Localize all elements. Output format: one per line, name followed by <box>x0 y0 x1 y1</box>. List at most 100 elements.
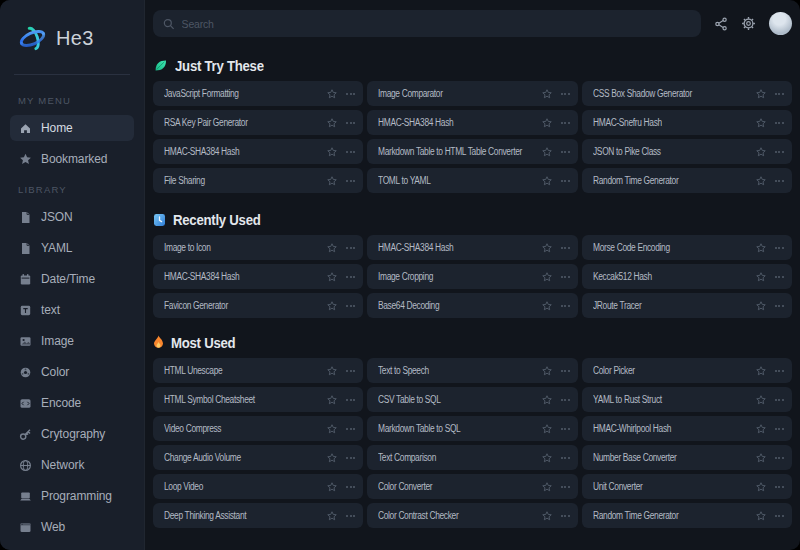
more-options-icon[interactable] <box>775 247 784 249</box>
tool-card[interactable]: Text to Speech <box>367 358 577 383</box>
tool-card[interactable]: Random Time Generator <box>582 168 792 193</box>
more-options-icon[interactable] <box>561 151 570 153</box>
tool-card[interactable]: Image to Icon <box>153 235 363 260</box>
more-options-icon[interactable] <box>346 122 355 124</box>
share-icon[interactable] <box>714 17 728 31</box>
sidebar-item-programming[interactable]: Programming <box>10 483 134 509</box>
favorite-star-icon[interactable] <box>327 482 337 492</box>
sidebar-item-json[interactable]: JSON <box>10 204 134 230</box>
favorite-star-icon[interactable] <box>327 424 337 434</box>
tool-card[interactable]: HTML Unescape <box>153 358 363 383</box>
favorite-star-icon[interactable] <box>327 176 337 186</box>
more-options-icon[interactable] <box>561 515 570 517</box>
sidebar-item-color[interactable]: Color <box>10 359 134 385</box>
more-options-icon[interactable] <box>346 515 355 517</box>
tool-card[interactable]: JavaScript Formatting <box>153 81 363 106</box>
tool-card[interactable]: Color Picker <box>582 358 792 383</box>
favorite-star-icon[interactable] <box>327 272 337 282</box>
tool-card[interactable]: HMAC-SHA384 Hash <box>153 139 363 164</box>
more-options-icon[interactable] <box>561 399 570 401</box>
favorite-star-icon[interactable] <box>327 243 337 253</box>
favorite-star-icon[interactable] <box>327 366 337 376</box>
favorite-star-icon[interactable] <box>542 366 552 376</box>
favorite-star-icon[interactable] <box>756 395 766 405</box>
search-bar[interactable] <box>153 10 701 37</box>
tool-card[interactable]: Loop Video <box>153 474 363 499</box>
tool-card[interactable]: Image Comparator <box>367 81 577 106</box>
favorite-star-icon[interactable] <box>327 453 337 463</box>
sidebar-item-network[interactable]: Network <box>10 452 134 478</box>
more-options-icon[interactable] <box>561 486 570 488</box>
favorite-star-icon[interactable] <box>756 118 766 128</box>
more-options-icon[interactable] <box>775 486 784 488</box>
more-options-icon[interactable] <box>775 305 784 307</box>
user-avatar[interactable] <box>769 12 792 35</box>
tool-card[interactable]: Favicon Generator <box>153 293 363 318</box>
favorite-star-icon[interactable] <box>756 176 766 186</box>
tool-card[interactable]: Unit Converter <box>582 474 792 499</box>
more-options-icon[interactable] <box>561 305 570 307</box>
more-options-icon[interactable] <box>775 93 784 95</box>
more-options-icon[interactable] <box>561 122 570 124</box>
tool-card[interactable]: Text Comparison <box>367 445 577 470</box>
favorite-star-icon[interactable] <box>542 453 552 463</box>
tool-card[interactable]: Deep Thinking Assistant <box>153 503 363 528</box>
sidebar-item-bookmarked[interactable]: Bookmarked <box>10 146 134 172</box>
more-options-icon[interactable] <box>775 515 784 517</box>
tool-card[interactable]: HMAC-SHA384 Hash <box>367 110 577 135</box>
tool-card[interactable]: Random Time Generator <box>582 503 792 528</box>
favorite-star-icon[interactable] <box>542 147 552 157</box>
tool-card[interactable]: Morse Code Encoding <box>582 235 792 260</box>
sidebar-item-image[interactable]: Image <box>10 328 134 354</box>
more-options-icon[interactable] <box>346 399 355 401</box>
favorite-star-icon[interactable] <box>756 453 766 463</box>
search-input[interactable] <box>182 18 691 30</box>
favorite-star-icon[interactable] <box>542 118 552 128</box>
favorite-star-icon[interactable] <box>756 301 766 311</box>
more-options-icon[interactable] <box>561 180 570 182</box>
sidebar-item-yaml[interactable]: YAML <box>10 235 134 261</box>
more-options-icon[interactable] <box>561 428 570 430</box>
tool-card[interactable]: TOML to YAML <box>367 168 577 193</box>
favorite-star-icon[interactable] <box>542 272 552 282</box>
tool-card[interactable]: YAML to Rust Struct <box>582 387 792 412</box>
favorite-star-icon[interactable] <box>756 243 766 253</box>
more-options-icon[interactable] <box>775 151 784 153</box>
more-options-icon[interactable] <box>775 122 784 124</box>
favorite-star-icon[interactable] <box>542 243 552 253</box>
favorite-star-icon[interactable] <box>327 118 337 128</box>
more-options-icon[interactable] <box>346 93 355 95</box>
sidebar-item-web[interactable]: Web <box>10 514 134 540</box>
sidebar-item-home[interactable]: Home <box>10 115 134 141</box>
sidebar-item-date-time[interactable]: Date/Time <box>10 266 134 292</box>
favorite-star-icon[interactable] <box>756 511 766 521</box>
tool-card[interactable]: Change Audio Volume <box>153 445 363 470</box>
more-options-icon[interactable] <box>346 151 355 153</box>
more-options-icon[interactable] <box>775 370 784 372</box>
tool-card[interactable]: HTML Symbol Cheatsheet <box>153 387 363 412</box>
sidebar-item-crytography[interactable]: Crytography <box>10 421 134 447</box>
more-options-icon[interactable] <box>561 247 570 249</box>
favorite-star-icon[interactable] <box>756 272 766 282</box>
tool-card[interactable]: Number Base Converter <box>582 445 792 470</box>
more-options-icon[interactable] <box>561 93 570 95</box>
more-options-icon[interactable] <box>346 370 355 372</box>
favorite-star-icon[interactable] <box>756 89 766 99</box>
tool-card[interactable]: CSS Box Shadow Generator <box>582 81 792 106</box>
more-options-icon[interactable] <box>775 428 784 430</box>
more-options-icon[interactable] <box>775 180 784 182</box>
favorite-star-icon[interactable] <box>327 395 337 405</box>
more-options-icon[interactable] <box>346 457 355 459</box>
sidebar-item-encode[interactable]: Encode <box>10 390 134 416</box>
tool-card[interactable]: HMAC-SHA384 Hash <box>153 264 363 289</box>
favorite-star-icon[interactable] <box>756 366 766 376</box>
tool-card[interactable]: Video Compress <box>153 416 363 441</box>
tool-card[interactable]: Color Converter <box>367 474 577 499</box>
favorite-star-icon[interactable] <box>542 301 552 311</box>
more-options-icon[interactable] <box>561 457 570 459</box>
favorite-star-icon[interactable] <box>542 424 552 434</box>
tool-card[interactable]: JSON to Pike Class <box>582 139 792 164</box>
more-options-icon[interactable] <box>346 276 355 278</box>
tool-card[interactable]: Base64 Decoding <box>367 293 577 318</box>
tool-card[interactable]: Color Contrast Checker <box>367 503 577 528</box>
